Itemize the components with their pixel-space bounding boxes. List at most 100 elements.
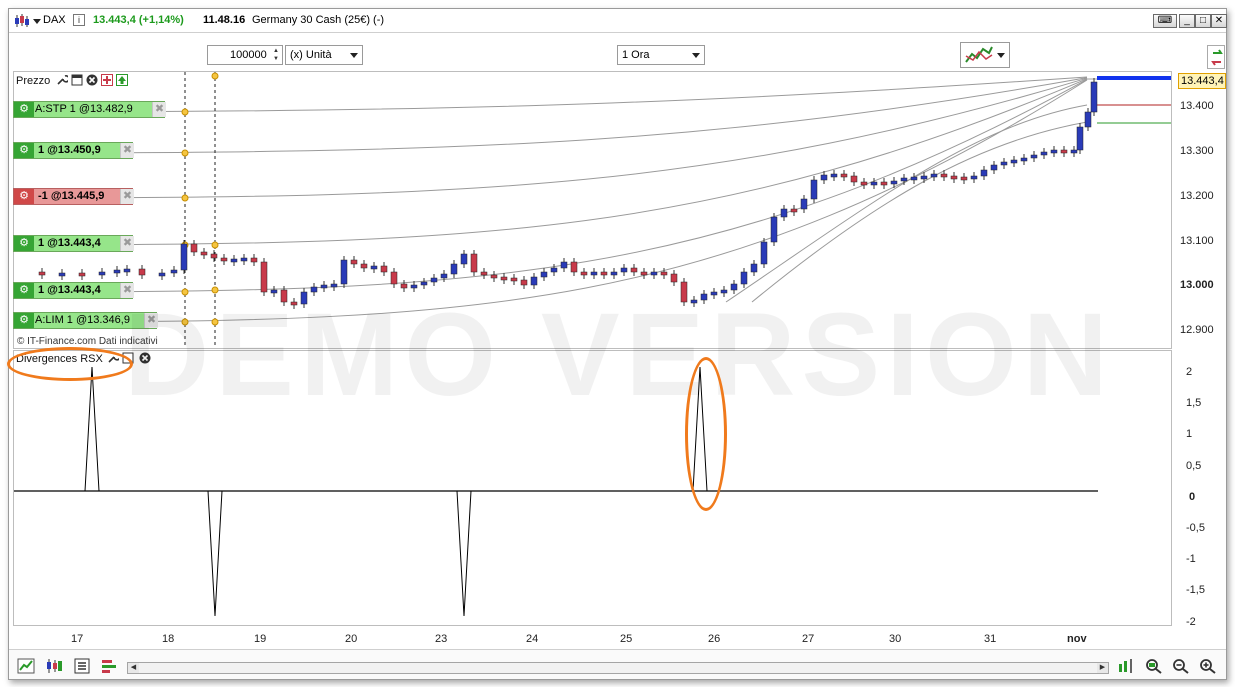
price-panel[interactable]: © IT-Finance.com Dati indicativi	[13, 71, 1172, 349]
stepper-arrows-icon[interactable]: ▲ ▼	[272, 47, 280, 63]
auto-scale-icon[interactable]	[1117, 658, 1135, 674]
close-icon[interactable]: ✖	[120, 189, 134, 204]
zoom-out-icon[interactable]	[1172, 658, 1190, 674]
gear-icon[interactable]: ⚙	[14, 283, 34, 298]
indicator-chart[interactable]	[14, 351, 1172, 626]
candle-body	[1084, 111, 1092, 128]
order-tag[interactable]: ⚙ 1 @13.450,9 ✖	[13, 142, 134, 159]
candle-body	[990, 164, 998, 171]
candle-body	[1070, 149, 1078, 154]
price-axis-label: 13.100	[1180, 235, 1214, 247]
close-circle-icon[interactable]	[139, 352, 151, 364]
order-tag[interactable]: ⚙ A:LIM 1 @13.346,9 ✖	[13, 312, 158, 329]
side-panel-button[interactable]	[1207, 45, 1225, 69]
candle-body	[780, 208, 788, 218]
unit-select[interactable]: (x) Unità	[285, 45, 363, 65]
quantity-stepper[interactable]: 100000 ▲ ▼	[207, 45, 283, 65]
close-icon[interactable]: ✖	[120, 236, 134, 251]
add-red-icon[interactable]	[101, 74, 113, 86]
candle-body	[850, 175, 858, 183]
arrow-up-green-icon[interactable]	[116, 74, 128, 86]
candle-body	[520, 279, 528, 286]
close-icon[interactable]: ✖	[144, 313, 158, 328]
gear-icon[interactable]: ⚙	[14, 189, 34, 204]
anchor-dot	[211, 286, 219, 294]
instrument-dropdown-icon[interactable]	[33, 19, 41, 24]
chevron-down-icon	[350, 53, 358, 58]
candlestick-icon[interactable]	[14, 14, 30, 28]
candle-body	[1020, 157, 1028, 162]
price-chart[interactable]	[14, 72, 1172, 349]
candle-body	[920, 175, 928, 180]
zoom-fit-icon[interactable]	[1145, 658, 1163, 674]
candle-body	[970, 175, 978, 180]
order-book-icon[interactable]	[101, 658, 119, 674]
candle-body	[500, 276, 508, 281]
horizontal-scrollbar[interactable]: ◀ ▶	[127, 662, 1109, 674]
candle-body	[390, 271, 398, 285]
close-icon[interactable]: ✖	[120, 143, 134, 158]
window-icon[interactable]	[71, 74, 83, 86]
candle-body	[940, 173, 948, 178]
candle-body	[98, 271, 106, 276]
candle-body	[710, 291, 718, 296]
candle-body	[158, 272, 166, 277]
candle-body	[320, 284, 328, 289]
scroll-left-icon[interactable]: ◀	[128, 663, 139, 673]
scroll-right-icon[interactable]: ▶	[1097, 663, 1108, 673]
order-tag[interactable]: ⚙ 1 @13.443,4 ✖	[13, 235, 134, 252]
candle-body	[410, 284, 418, 289]
candle-body	[230, 258, 238, 263]
date-label: 19	[254, 633, 267, 645]
candle-body	[240, 257, 248, 262]
minimize-button[interactable]: _	[1179, 14, 1195, 28]
close-button[interactable]: ✕	[1211, 14, 1227, 28]
order-tag[interactable]: ⚙ -1 @13.445,9 ✖	[13, 188, 134, 205]
candle-body	[580, 271, 588, 276]
candle-body	[810, 179, 818, 200]
order-tag[interactable]: ⚙ 1 @13.443,4 ✖	[13, 282, 134, 299]
highlight-ring-title	[7, 347, 133, 381]
gear-icon[interactable]: ⚙	[14, 102, 34, 117]
candle-body	[630, 267, 638, 273]
candle-body	[950, 175, 958, 180]
order-label: 1 @13.443,4	[38, 237, 101, 249]
candle-body	[650, 271, 658, 276]
candle-body	[890, 180, 898, 185]
candle-body	[270, 289, 278, 294]
chevron-down-icon	[692, 53, 700, 58]
chart-type-select[interactable]	[960, 42, 1010, 68]
date-label: 23	[435, 633, 448, 645]
gear-icon[interactable]: ⚙	[14, 313, 34, 328]
gear-icon[interactable]: ⚙	[14, 143, 34, 158]
candle-body	[750, 263, 758, 273]
candle-body	[700, 293, 708, 301]
candle-body	[790, 208, 798, 213]
candle-body	[480, 271, 488, 276]
anchor-dot	[211, 72, 219, 80]
indicator-axis-label: 0,5	[1186, 459, 1202, 472]
candle-body	[570, 261, 578, 273]
candle-settings-icon[interactable]	[45, 658, 63, 674]
candle-body	[58, 272, 66, 277]
candle-body	[770, 216, 778, 243]
indicator-panel[interactable]	[13, 350, 1172, 626]
close-circle-icon[interactable]	[86, 74, 98, 86]
maximize-button[interactable]: □	[1195, 14, 1211, 28]
chart-zoom-icon[interactable]	[17, 658, 35, 674]
gear-icon[interactable]: ⚙	[14, 236, 34, 251]
wrench-icon[interactable]	[56, 74, 68, 86]
keyboard-icon[interactable]: ⌨	[1153, 14, 1177, 28]
instrument-name[interactable]: DAX	[43, 14, 66, 26]
list-icon[interactable]	[73, 658, 91, 674]
order-tag[interactable]: ⚙ A:STP 1 @13.482,9 ✖	[13, 101, 166, 118]
indicator-axis-label: -2	[1186, 615, 1196, 628]
close-icon[interactable]: ✖	[120, 283, 134, 298]
info-icon[interactable]: i	[73, 14, 85, 26]
close-icon[interactable]: ✖	[152, 102, 166, 117]
zoom-in-icon[interactable]	[1199, 658, 1217, 674]
candle-body	[830, 173, 838, 178]
candle-body	[420, 281, 428, 286]
price-axis-label: 13.400	[1180, 100, 1214, 112]
timeframe-select[interactable]: 1 Ora	[617, 45, 705, 65]
